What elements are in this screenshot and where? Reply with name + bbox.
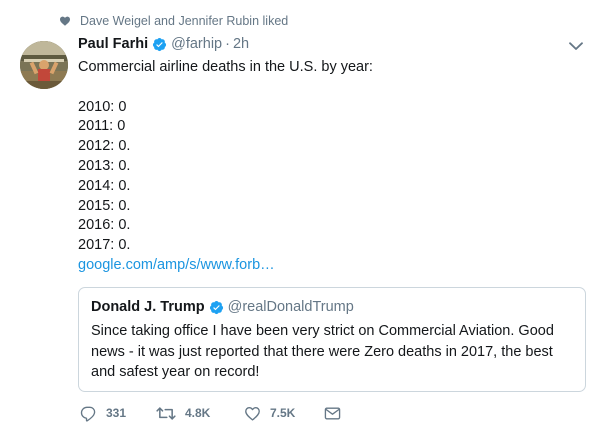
author-name[interactable]: Paul Farhi <box>78 36 148 52</box>
retweet-icon <box>156 406 176 420</box>
tweet-text-line: 2012: 0. <box>78 138 131 155</box>
avatar-image <box>20 41 68 89</box>
tweet-text-line: 2011: 0 <box>78 118 126 135</box>
tweet-text: Commercial airline deaths in the U.S. by… <box>78 58 578 276</box>
avatar[interactable] <box>20 41 68 89</box>
tweet-text-line: 2016: 0. <box>78 217 131 234</box>
tweet-text-line: 2015: 0. <box>78 197 131 214</box>
quoted-tweet[interactable]: Donald J. Trump @realDonaldTrump Since t… <box>78 287 586 392</box>
retweet-button[interactable]: 4.8K <box>156 404 244 422</box>
quoted-tweet-text: Since taking office I have been very str… <box>91 323 554 380</box>
retweet-count: 4.8K <box>185 406 211 420</box>
reply-button[interactable]: 331 <box>80 404 156 422</box>
tweet-header: Paul Farhi @farhip · 2h <box>78 36 249 52</box>
tweet-timestamp[interactable]: 2h <box>233 36 249 52</box>
like-count: 7.5K <box>270 406 296 420</box>
reply-count: 331 <box>106 406 127 420</box>
tweet-text-line: 2013: 0. <box>78 157 131 174</box>
verified-badge-icon <box>153 37 167 51</box>
author-handle[interactable]: @farhip <box>171 36 222 52</box>
tweet-actions: 331 4.8K 7.5K <box>80 404 354 422</box>
tweet-link[interactable]: google.com/amp/s/www.forb… <box>78 257 275 273</box>
quoted-tweet-header: Donald J. Trump @realDonaldTrump <box>91 297 573 317</box>
social-context-text[interactable]: Dave Weigel and Jennifer Rubin liked <box>80 14 288 28</box>
envelope-icon <box>324 407 341 419</box>
heart-outline-icon <box>245 406 260 421</box>
tweet-text-line: 2010: 0 <box>78 98 127 115</box>
tweet-text-line: 2014: 0. <box>78 177 131 194</box>
verified-badge-icon <box>209 300 223 314</box>
like-button[interactable]: 7.5K <box>244 404 324 422</box>
tweet-card[interactable]: Dave Weigel and Jennifer Rubin liked Pau… <box>0 0 603 439</box>
header-separator: · <box>225 36 230 52</box>
tweet-text-blank-line <box>78 78 578 98</box>
quoted-author-handle: @realDonaldTrump <box>227 299 354 315</box>
heart-icon <box>60 16 70 26</box>
reply-icon <box>80 406 96 422</box>
chevron-down-icon <box>569 41 583 50</box>
direct-message-button[interactable] <box>324 404 354 422</box>
tweet-text-line: 2017: 0. <box>78 237 131 254</box>
more-options-button[interactable] <box>565 38 587 54</box>
quoted-author-name: Donald J. Trump <box>91 299 205 315</box>
tweet-text-line: Commercial airline deaths in the U.S. by… <box>78 59 373 75</box>
